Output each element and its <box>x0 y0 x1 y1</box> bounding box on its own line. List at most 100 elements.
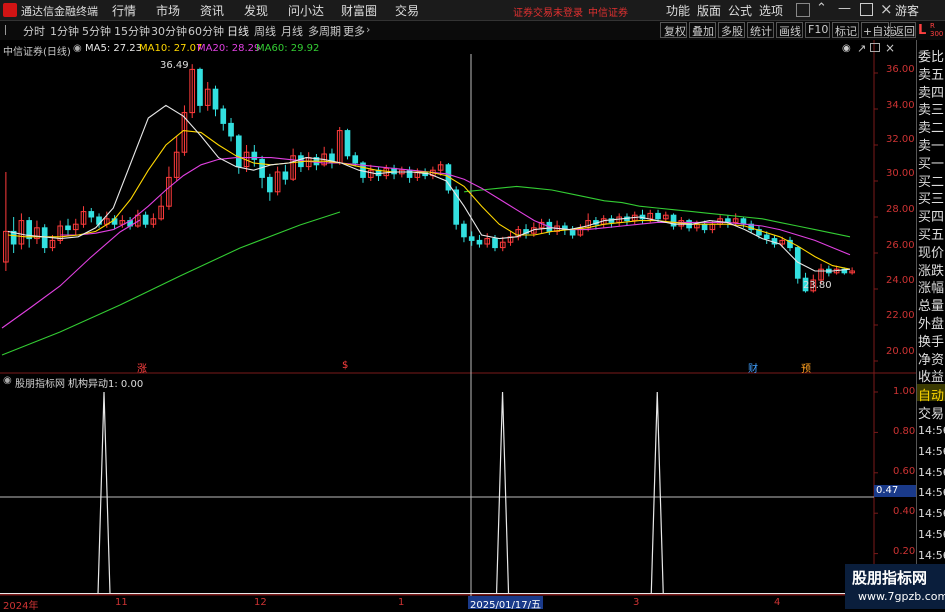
trade-label[interactable]: 交易 <box>918 403 944 422</box>
tool-mark[interactable]: 标记 <box>835 23 857 39</box>
collapse-icon[interactable]: ⌃ <box>816 1 827 16</box>
y-tick-28: 28.00 <box>886 204 915 215</box>
quote-field-10: 买五 <box>918 228 945 243</box>
finance-marker[interactable]: 财 <box>748 360 758 375</box>
tool-draw-line[interactable]: 画线 <box>779 23 801 39</box>
candle-body <box>406 169 413 178</box>
watermark-title: 股朋指标网 <box>852 569 928 587</box>
minimize-icon[interactable]: — <box>838 1 851 16</box>
menu-quotes[interactable]: 行情 <box>112 2 136 19</box>
menu-layout[interactable]: 版面 <box>697 2 721 19</box>
menu-wealth[interactable]: 财富圈 <box>341 2 377 19</box>
panel-corner-r: R 300 <box>930 22 944 38</box>
y-tick-32: 32.00 <box>886 134 915 145</box>
quote-field-13: 涨幅 <box>918 281 945 297</box>
period-weekly[interactable]: 周线 <box>254 23 276 39</box>
tool-multi-stock[interactable]: 多股 <box>721 23 743 39</box>
indicator-label[interactable]: 股朋指标网 <box>15 375 65 390</box>
y-tick-26: 26.00 <box>886 240 915 251</box>
menu-market[interactable]: 市场 <box>156 2 180 19</box>
chart-window-icon[interactable] <box>870 43 880 52</box>
auto-label[interactable]: 自动 <box>918 385 944 404</box>
candle-body <box>65 225 71 231</box>
dividend-marker[interactable]: $ <box>342 360 348 371</box>
forecast-marker[interactable]: 预 <box>801 360 811 375</box>
quote-field-8: 买三 <box>918 192 945 208</box>
login-notice[interactable]: 证券交易未登录 <box>513 4 583 19</box>
y-tick-22: 22.00 <box>886 310 915 321</box>
guest-user[interactable]: 游客 <box>895 2 919 19</box>
quote-field-0: 委比 <box>918 50 945 65</box>
x-crosshair-date: 2025/01/17/五 <box>468 596 544 611</box>
menu-discover[interactable]: 发现 <box>244 2 268 19</box>
tool-back[interactable]: 返回 <box>893 23 915 39</box>
broker-name: 中信证券 <box>588 8 628 19</box>
menu-news[interactable]: 资讯 <box>200 2 224 19</box>
tick-time-3: 14:56 <box>918 486 945 500</box>
period-monthly[interactable]: 月线 <box>281 23 303 39</box>
period-1min[interactable]: 1分钟 <box>50 23 79 39</box>
tool-statistics[interactable]: 统计 <box>750 23 772 39</box>
window-restore-icon[interactable] <box>796 3 810 17</box>
candle-body <box>391 167 397 175</box>
ma5-legend: MA5: 27.23 <box>85 43 143 54</box>
quote-field-2: 卖四 <box>918 85 945 101</box>
y-tick-30: 30.00 <box>886 168 915 179</box>
menu-formula[interactable]: 公式 <box>728 2 752 19</box>
tick-time-2: 14:56 <box>918 465 945 479</box>
y-tick-36: 36.00 <box>886 64 915 75</box>
quote-field-1: 卖五 <box>918 67 945 83</box>
legend-toggle-icon[interactable]: ◉ <box>73 43 82 54</box>
period-multi[interactable]: 多周期 <box>308 23 341 39</box>
ma60-legend: MA60: 29.92 <box>256 43 320 54</box>
crosshair-value: 0.47 <box>874 485 916 497</box>
tool-adjust[interactable]: 复权 <box>664 23 686 39</box>
tick-time-0: 14:56 <box>918 424 945 437</box>
menu-ask[interactable]: 问小达 <box>288 2 324 19</box>
period-30min[interactable]: 30分钟 <box>151 23 187 39</box>
chart-canvas[interactable] <box>0 40 916 609</box>
candle-body <box>220 108 227 124</box>
period-daily[interactable]: 日线 <box>227 23 249 39</box>
quote-field-9: 买四 <box>918 210 945 226</box>
period-60min[interactable]: 60分钟 <box>188 23 224 39</box>
maximize-icon[interactable] <box>860 3 873 16</box>
chart-close-icon[interactable]: × <box>885 41 895 55</box>
sub-y-tick-1: 1.00 <box>893 386 916 397</box>
period-more[interactable]: 更多 <box>343 23 365 39</box>
x-label-4: 4 <box>774 597 781 608</box>
watermark-url: www.7gpzb.com <box>858 590 945 603</box>
quote-field-14: 总量 <box>918 299 945 315</box>
chart-settings-icon[interactable]: ◉ <box>842 43 851 54</box>
sub-toggle-icon[interactable]: ◉ <box>3 375 12 386</box>
chart-expand-icon[interactable]: ↗ <box>857 42 866 55</box>
limit-up-marker[interactable]: 涨 <box>137 360 147 375</box>
sub-y-tick-04: 0.40 <box>893 506 916 517</box>
menu-options[interactable]: 选项 <box>759 2 783 19</box>
x-label-11: 11 <box>115 597 128 608</box>
quote-field-17: 净资 <box>918 352 945 368</box>
candle-body <box>41 227 48 249</box>
candle-body <box>492 238 498 249</box>
period-intraday[interactable]: 分时 <box>23 23 45 39</box>
candle-body <box>212 88 219 110</box>
candle-body <box>468 236 475 241</box>
more-arrow-icon[interactable]: › <box>366 23 370 36</box>
period-15min[interactable]: 15分钟 <box>114 23 150 39</box>
app-title: 通达信金融终端 <box>21 5 98 18</box>
formula-label: 机构异动1: 0.00 <box>68 379 144 390</box>
y-tick-34: 34.00 <box>886 100 915 111</box>
chart-background <box>0 40 916 609</box>
candle-body <box>88 211 95 218</box>
close-icon[interactable]: × <box>880 0 893 18</box>
menu-trade[interactable]: 交易 <box>395 2 419 19</box>
tool-overlay[interactable]: 叠加 <box>692 23 714 39</box>
candle-body <box>251 151 258 160</box>
x-label-3: 3 <box>633 597 640 608</box>
menu-function[interactable]: 功能 <box>666 2 690 19</box>
candle-body <box>655 212 661 220</box>
candle-body <box>96 216 102 225</box>
tool-f10[interactable]: F10 <box>808 23 828 36</box>
period-5min[interactable]: 5分钟 <box>82 23 111 39</box>
stock-label[interactable]: 中信证券(日线) <box>3 43 71 58</box>
